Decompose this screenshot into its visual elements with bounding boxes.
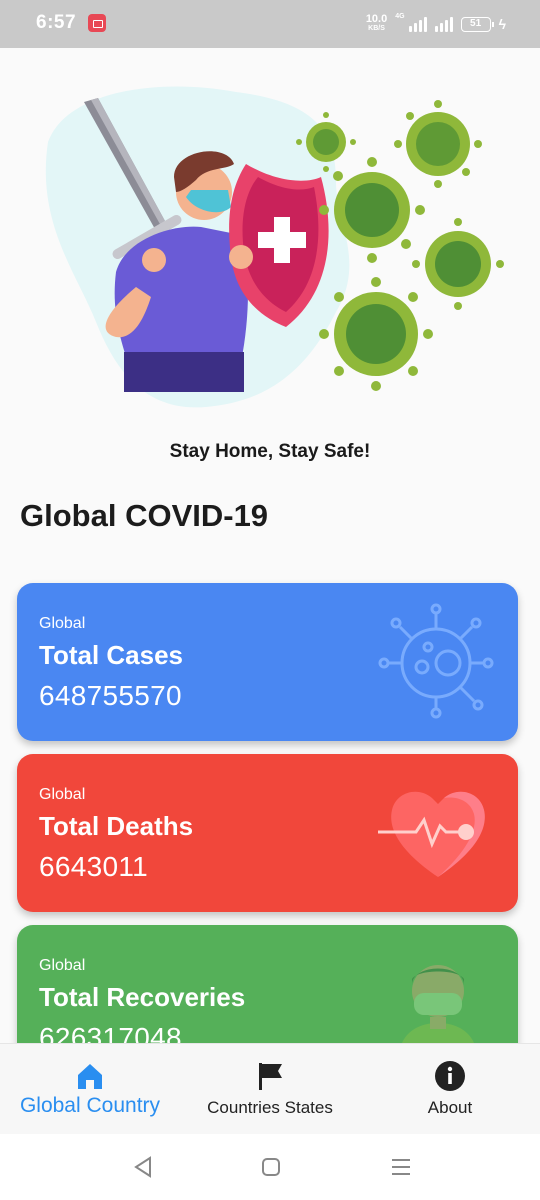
nav-item-countries-states[interactable]: Countries States	[180, 1044, 360, 1135]
status-bar: 6:57 10.0 KB/S 4G 51 ϟ	[0, 0, 540, 48]
system-navigation-bar	[0, 1134, 540, 1200]
total-deaths-card[interactable]: Global Total Deaths 6643011	[17, 754, 518, 912]
nav-label: About	[427, 1098, 473, 1117]
signal-strength-icon-2	[434, 16, 453, 32]
card-scope-label: Global	[39, 786, 86, 803]
total-cases-card[interactable]: Global Total Cases 648755570	[17, 583, 518, 741]
status-indicators: 10.0 KB/S 4G 51 ϟ	[366, 13, 506, 35]
hero-illustration	[45, 86, 504, 408]
home-icon	[78, 1064, 102, 1089]
page-title: Global COVID-19	[20, 498, 269, 533]
heartbeat-icon	[378, 791, 485, 877]
home-button-icon[interactable]	[258, 1154, 284, 1180]
card-title: Total Deaths	[39, 811, 194, 841]
recents-icon[interactable]	[388, 1154, 414, 1180]
flag-icon	[259, 1063, 282, 1090]
status-time: 6:57	[36, 12, 77, 33]
network-type-label: 4G	[395, 13, 405, 20]
back-icon[interactable]	[130, 1154, 156, 1180]
battery-level: 51	[470, 17, 482, 29]
nav-label: Global Country	[19, 1094, 161, 1117]
network-speed-value: 10.0	[365, 13, 388, 25]
virus-icon	[378, 603, 494, 719]
battery-icon: 51	[460, 16, 494, 32]
app-screen: 6:57 10.0 KB/S 4G 51 ϟ Stay Home, Stay S…	[0, 0, 540, 1200]
card-scope-label: Global	[39, 615, 86, 632]
network-speed-unit: KB/S	[368, 25, 385, 32]
network-speed: 10.0 KB/S	[365, 13, 388, 33]
bottom-navigation: Global Country Countries States About	[0, 1043, 540, 1134]
card-title: Total Recoveries	[39, 982, 246, 1012]
charging-icon: ϟ	[498, 16, 506, 32]
card-scope-label: Global	[39, 957, 86, 974]
screen-recorder-icon	[88, 14, 106, 32]
card-value: 648755570	[39, 680, 182, 711]
card-title: Total Cases	[39, 640, 184, 670]
nav-item-global-country[interactable]: Global Country	[0, 1044, 180, 1135]
info-icon	[435, 1061, 465, 1091]
card-value: 6643011	[39, 851, 149, 882]
signal-strength-icon	[408, 16, 427, 32]
nav-item-about[interactable]: About	[360, 1044, 540, 1135]
nav-label: Countries States	[207, 1098, 333, 1117]
tagline: Stay Home, Stay Safe!	[169, 441, 371, 462]
